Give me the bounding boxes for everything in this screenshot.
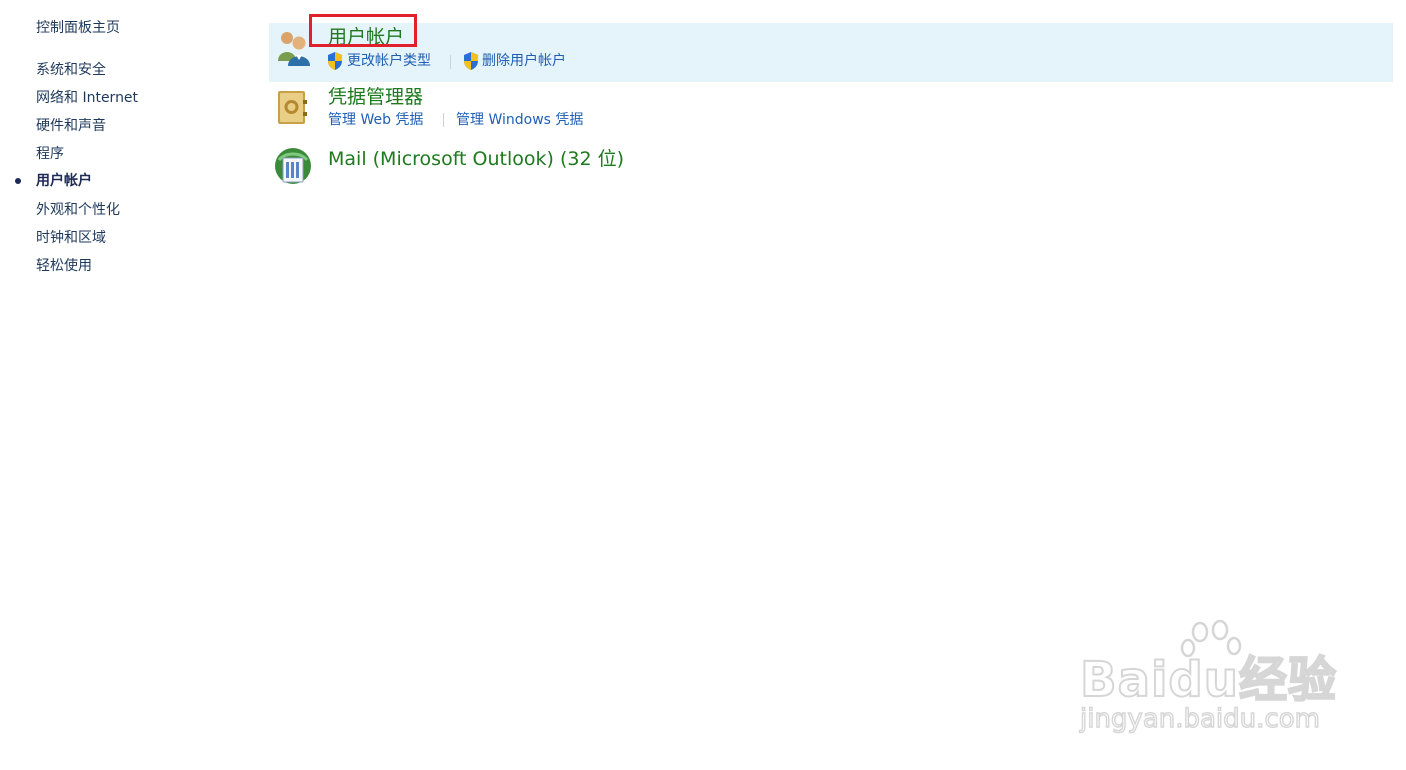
link-separator: [443, 113, 444, 127]
active-bullet-icon: [15, 178, 21, 184]
delete-user-account-link[interactable]: 删除用户帐户: [482, 52, 566, 70]
sidebar-item-appearance[interactable]: 外观和个性化: [36, 201, 120, 219]
users-icon[interactable]: [274, 27, 314, 67]
uac-shield-icon: [328, 52, 342, 70]
baidu-jingyan-watermark: Baidu经验 jingyan.baidu.com: [1079, 618, 1340, 748]
sidebar-item-programs[interactable]: 程序: [36, 145, 64, 163]
mail-outlook-title[interactable]: Mail (Microsoft Outlook) (32 位): [328, 147, 624, 171]
watermark-brand: Baidu经验: [1079, 651, 1337, 709]
sidebar-item-user-accounts: 用户帐户: [36, 173, 92, 189]
change-account-type-link[interactable]: 更改帐户类型: [347, 52, 431, 70]
uac-shield-icon: [464, 52, 478, 70]
sidebar-item-ease-of-access[interactable]: 轻松使用: [36, 257, 92, 275]
credential-manager-title[interactable]: 凭据管理器: [328, 85, 423, 109]
user-accounts-row: [269, 23, 1393, 82]
link-separator: [450, 55, 451, 69]
watermark-url: jingyan.baidu.com: [1079, 703, 1320, 734]
control-panel-home-link[interactable]: 控制面板主页: [36, 19, 120, 37]
sidebar-item-hardware-sound[interactable]: 硬件和声音: [36, 117, 106, 135]
sidebar-item-network-internet[interactable]: 网络和 Internet: [36, 89, 138, 107]
sidebar-item-system-security[interactable]: 系统和安全: [36, 61, 106, 79]
mail-icon[interactable]: [273, 146, 313, 186]
sidebar-item-clock-region[interactable]: 时钟和区域: [36, 229, 106, 247]
manage-windows-credentials-link[interactable]: 管理 Windows 凭据: [456, 111, 583, 129]
annotation-highlight-box: [309, 14, 417, 47]
credential-vault-icon[interactable]: [273, 88, 313, 128]
manage-web-credentials-link[interactable]: 管理 Web 凭据: [328, 111, 423, 129]
sidebar: 控制面板主页 系统和安全 网络和 Internet 硬件和声音 程序 用户帐户 …: [0, 0, 250, 770]
